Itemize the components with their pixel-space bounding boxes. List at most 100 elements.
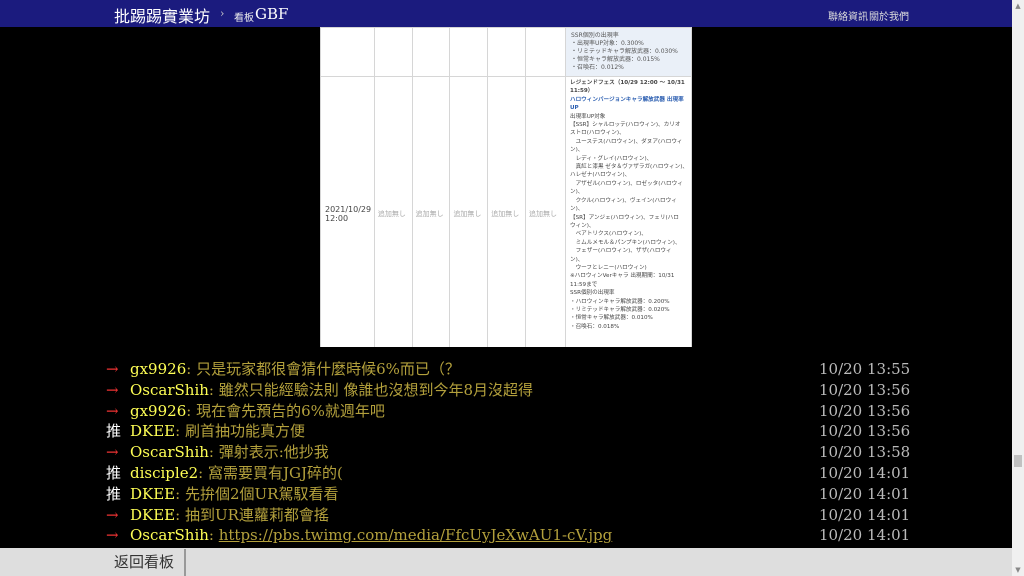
event-line: ・ハロウィンキャラ解放武器：0.200%: [569, 298, 670, 305]
event-line: ・リミテッドキャラ解放武器：0.020%: [569, 306, 670, 313]
event-line: フェザー(ハロウィン)、ザザ(ハロウィ: [569, 248, 672, 255]
comment-text: : 先拚個2個UR駕馭看看: [175, 484, 339, 503]
event-line: ストロ(ハロウィン)、: [569, 130, 625, 137]
comment-user: OscarShih: [130, 443, 209, 462]
event-line: アザゼル(ハロウィン)、ロゼッタ(ハロウィ: [569, 180, 683, 187]
comment-time: 10/20 14:01: [819, 463, 911, 482]
event-line: ユーステス(ハロウィン)、ダヌア(ハロウィ: [569, 138, 683, 145]
comment-row: → gx9926: 現在會先預告的6%就週年吧 10/20 13:56: [106, 401, 918, 422]
about-link[interactable]: 關於我們: [869, 8, 909, 23]
comment-text: : 窩需要買有JGJ碎的(: [198, 463, 343, 482]
rate-cell: SSR個別の出現率 ・出現率UP対象：0.300% ・リミテッドキャラ解放武器：0.…: [564, 27, 692, 77]
event-line: ミムルメモル＆パンプキン(ハロウィン)、: [569, 239, 681, 246]
na-cell: 追加無し: [525, 76, 566, 347]
arrow-tag: →: [106, 380, 119, 399]
arrow-tag: →: [106, 360, 119, 378]
event-line: レディ・グレイ(ハロウィン)、: [569, 155, 653, 162]
comment-user: DKEE: [130, 422, 176, 441]
comment-user: DKEE: [130, 505, 176, 524]
date-cell: 2021/10/29 12:00: [320, 76, 375, 347]
event-line: ン)、: [569, 206, 584, 213]
comment-user: DKEE: [130, 484, 176, 503]
event-line: ン)、: [569, 189, 584, 196]
scroll-up-arrow-icon[interactable]: ▲: [1012, 0, 1024, 12]
comment-content: : 雖然只能經驗法則 像誰也沒想到今年8月沒超得: [209, 381, 533, 399]
event-line: ※ハロウィンVerキャラ 出現期間：10/31: [569, 273, 675, 280]
arrow-tag: →: [106, 401, 119, 420]
comment-text: :: [208, 526, 219, 545]
event-line: ハロウィンバージョンキャラ解放武器 出現率: [569, 96, 684, 103]
comment-time: 10/20 14:01: [819, 526, 911, 545]
breadcrumb-board-label[interactable]: 看板: [234, 9, 254, 24]
contact-link[interactable]: 聯絡資訊: [828, 8, 868, 23]
comment-text: : 抽到UR連蘿莉都會搖: [175, 505, 329, 524]
event-line: ウィン)、: [569, 222, 595, 229]
top-bar: 批踢踢實業坊 › 看板 GBF 聯絡資訊 關於我們: [0, 0, 1012, 27]
comment-time: 10/20 13:56: [819, 422, 911, 441]
na-cell: 追加無し: [373, 76, 413, 347]
comment-row: 推 DKEE: 先拚個2個UR駕馭看看 10/20 14:01: [106, 484, 918, 505]
comment-text: : 刷首抽功能真方便: [175, 422, 305, 441]
scroll-down-arrow-icon[interactable]: ▼: [1012, 564, 1024, 576]
event-line: ベアトリクス(ハロウィン)、: [569, 231, 647, 238]
event-line: 出現率UP対象: [569, 113, 606, 120]
comment-user: gx9926: [130, 401, 187, 420]
back-to-board-button[interactable]: 返回看板: [104, 549, 186, 576]
comment-row: → OscarShih: 雖然只能經驗法則 像誰也沒想到今年8月沒超得 10/20 …: [106, 380, 918, 401]
comment-user: OscarShih: [130, 380, 209, 399]
comment-content: : 只是玩家都很會猜什麼時候6%而已（？: [186, 360, 460, 378]
gacha-table: SSR個別の出現率 ・出現率UP対象：0.300% ・リミテッドキャラ解放武器：0.…: [320, 27, 692, 347]
event-line: ククル(ハロウィン)、ヴェイン(ハロウィ: [569, 197, 677, 204]
comment-user: disciple2: [130, 463, 199, 482]
comment-user: gx9926: [130, 360, 187, 378]
event-line: 真紅と漆黒 ゼタ＆ヴァザラガ(ハロウィン)、: [569, 164, 688, 171]
scroll-thumb[interactable]: [1014, 455, 1022, 467]
arrow-tag: →: [106, 443, 119, 462]
rate-line: ・恒常キャラ解放武器：0.015%: [570, 56, 660, 63]
comment-row: → DKEE: 抽到UR連蘿莉都會搖 10/20 14:01: [106, 505, 918, 526]
breadcrumb-board-name[interactable]: GBF: [255, 5, 288, 23]
rate-line: ・出現率UP対象：0.300%: [570, 40, 644, 47]
rate-line: ・リミテッドキャラ解放武器：0.030%: [570, 48, 678, 55]
event-line: ・召喚石：0.018%: [569, 323, 620, 330]
table-row: SSR個別の出現率 ・出現率UP対象：0.300% ・リミテッドキャラ解放武器：0.…: [320, 27, 692, 77]
comment-time: 10/20 13:56: [819, 380, 911, 399]
comment-content: : 現在會先預告的6%就週年吧: [186, 402, 385, 420]
event-line: ン)、: [569, 147, 584, 154]
comment-time: 10/20 14:01: [819, 505, 911, 524]
comment-text: : 只是玩家都很會猜什麼時候6%而已（？: [186, 360, 460, 378]
scrollbar[interactable]: ▲ ▼: [1012, 0, 1024, 576]
embedded-image[interactable]: SSR個別の出現率 ・出現率UP対象：0.300% ・リミテッドキャラ解放武器：0.…: [320, 27, 692, 347]
comment-row: 推 DKEE: 刷首抽功能真方便 10/20 13:56: [106, 421, 918, 442]
event-line: 【SR】アンジェ(ハロウィン)、フェリ(ハロ: [569, 214, 679, 221]
comment-row: → gx9926: 只是玩家都很會猜什麼時候6%而已（？ 10/20 13:55: [106, 359, 918, 380]
na-cell: 追加無し: [449, 76, 489, 347]
event-line: ハレゼナ(ハロウィン)、: [569, 172, 631, 179]
bottom-bar: 返回看板: [0, 548, 1012, 576]
comment-row: 推 disciple2: 窩需要買有JGJ碎的( 10/20 14:01: [106, 463, 918, 484]
event-line: UP: [569, 105, 579, 112]
comment-row: → OscarShih: https://pbs.twimg.com/media/…: [106, 525, 918, 546]
push-tag: 推: [106, 422, 122, 441]
comment-text: : 現在會先預告的6%就週年吧: [186, 401, 385, 420]
na-cell: 追加無し: [411, 76, 451, 347]
comment-row: → OscarShih: 彈射表示:他抄我 10/20 13:58: [106, 442, 918, 463]
comment-time: 10/20 13:55: [819, 360, 911, 378]
push-tag: 推: [106, 484, 122, 503]
comment-link[interactable]: https://pbs.twimg.com/media/FfcUyJeXwAU1…: [219, 526, 613, 544]
comment-time: 10/20 13:58: [819, 443, 911, 462]
event-line: ウーフとレニー(ハロウィン): [569, 264, 647, 271]
arrow-tag: →: [106, 526, 119, 545]
comment-content: : 彈射表示:他抄我: [209, 443, 329, 461]
comment-time: 10/20 13:56: [819, 401, 911, 420]
comment-content: : 抽到UR連蘿莉都會搖: [175, 506, 329, 524]
event-line: 11:59まで: [569, 281, 598, 288]
comment-content: : https://pbs.twimg.com/media/FfcUyJeXwA…: [209, 526, 612, 544]
site-title-link[interactable]: 批踢踢實業坊: [114, 3, 210, 27]
comment-list: → gx9926: 只是玩家都很會猜什麼時候6%而已（？ 10/20 13:55 → O…: [106, 359, 918, 546]
arrow-tag: →: [106, 505, 119, 524]
event-line: 【SSR】シャルロッテ(ハロウィン)、カリオ: [569, 122, 681, 129]
comment-time: 10/20 14:01: [819, 484, 911, 503]
push-tag: 推: [106, 463, 122, 482]
na-cell: 追加無し: [487, 76, 527, 347]
